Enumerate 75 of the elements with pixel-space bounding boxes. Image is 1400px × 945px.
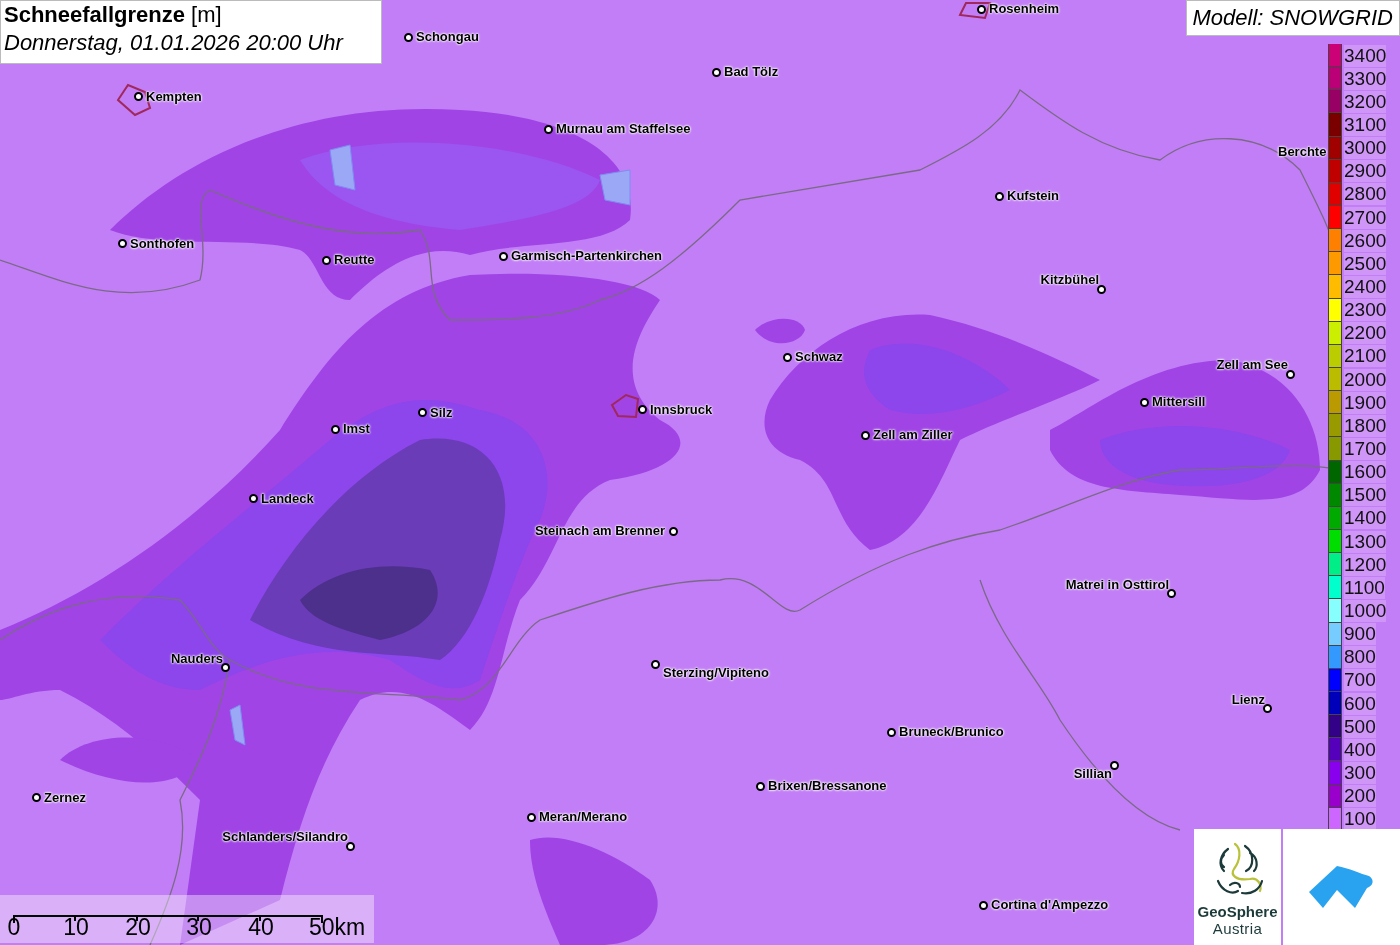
city-label: Murnau am Staffelsee xyxy=(556,121,691,137)
city-label: Lienz xyxy=(1231,692,1265,708)
legend-label: 600 xyxy=(1344,692,1376,715)
legend-label: 3400 xyxy=(1344,44,1387,67)
city-label: Brixen/Bressanone xyxy=(768,778,887,794)
city-label: Sonthofen xyxy=(130,236,195,252)
legend-label: 2200 xyxy=(1344,322,1387,345)
city-label: Landeck xyxy=(261,491,314,507)
logo-subtitle: Austria xyxy=(1212,920,1263,937)
city-label: Zell am Ziller xyxy=(873,427,953,443)
city-label: Bruneck/Brunico xyxy=(899,724,1004,740)
legend-label: 2100 xyxy=(1344,345,1387,368)
city-label: Innsbruck xyxy=(650,402,713,418)
map-title: Schneefallgrenze [m] xyxy=(4,1,223,29)
forecast-datetime: Donnerstag, 01.01.2026 20:00 Uhr xyxy=(4,29,345,57)
legend-label: 2700 xyxy=(1344,206,1387,229)
legend-label: 2000 xyxy=(1344,368,1387,391)
legend-label: 1400 xyxy=(1344,507,1387,530)
city-label: Mittersill xyxy=(1152,394,1206,410)
logo-name: GeoSphere xyxy=(1197,903,1278,920)
legend-label: 2800 xyxy=(1344,183,1387,206)
city-label: Bad Tölz xyxy=(724,64,779,80)
legend-label: 3100 xyxy=(1344,114,1387,136)
legend-label: 1900 xyxy=(1344,391,1387,414)
legend-label: 3300 xyxy=(1344,67,1387,90)
city-label: Kufstein xyxy=(1007,188,1059,204)
city-label: Imst xyxy=(343,421,370,437)
scale-label: 30 xyxy=(186,913,212,941)
scale-label: 20 xyxy=(125,913,151,941)
model-label: Modell: SNOWGRID xyxy=(1185,0,1400,36)
legend-label: 1300 xyxy=(1344,530,1387,553)
legend-label: 800 xyxy=(1344,646,1376,669)
scale-label: 50km xyxy=(308,913,366,941)
legend-label: 1500 xyxy=(1344,484,1387,507)
legend-label: 2500 xyxy=(1344,252,1387,275)
legend-label: 2300 xyxy=(1344,299,1387,322)
city-label: Steinach am Brenner xyxy=(534,523,665,539)
city-label: Garmisch-Partenkirchen xyxy=(511,248,662,264)
city-label: Kempten xyxy=(146,89,202,105)
legend-label: 2600 xyxy=(1344,229,1387,252)
city-label: Matrei in Osttirol xyxy=(1065,577,1169,593)
city-label: Silz xyxy=(430,405,453,421)
city-label: Kitzbühel xyxy=(1040,272,1099,288)
city-label: Zell am See xyxy=(1216,357,1288,373)
legend-label: 2400 xyxy=(1344,275,1387,298)
city-label: Schwaz xyxy=(795,349,843,365)
legend-label: 2900 xyxy=(1344,160,1387,183)
legend-label: 1800 xyxy=(1344,414,1387,437)
legend-label: 1000 xyxy=(1344,599,1387,622)
legend-label: 1100 xyxy=(1344,576,1385,599)
legend-label: 700 xyxy=(1344,669,1376,692)
city-label: Meran/Merano xyxy=(539,809,628,825)
legend-label: 3000 xyxy=(1344,137,1387,160)
city-label: Sterzing/Vipiteno xyxy=(663,665,769,681)
city-label: Cortina d'Ampezzo xyxy=(991,897,1109,913)
scale-label: 10 xyxy=(63,913,89,941)
legend-label: 1200 xyxy=(1344,553,1387,576)
legend-label: 900 xyxy=(1344,623,1376,646)
city-label: Rosenheim xyxy=(989,1,1060,17)
city-label: Nauders xyxy=(170,651,223,667)
city-label: Zernez xyxy=(44,790,86,806)
city-label: Schlanders/Silandro xyxy=(222,829,348,845)
city-label: Sillian xyxy=(1073,766,1112,782)
legend-label: 400 xyxy=(1344,738,1376,761)
legend-label: 300 xyxy=(1344,761,1376,784)
city-label: Berchte xyxy=(1278,144,1327,160)
legend-label: 3200 xyxy=(1344,90,1387,113)
legend-label: 500 xyxy=(1344,715,1376,738)
legend-label: 1700 xyxy=(1344,437,1387,460)
legend-label: 100 xyxy=(1344,808,1376,831)
city-label: Reutte xyxy=(334,252,375,268)
legend-label: 1600 xyxy=(1344,461,1387,484)
legend-label: 200 xyxy=(1344,785,1376,808)
city-label: Schongau xyxy=(416,29,479,45)
scale-label: 40 xyxy=(248,913,274,941)
